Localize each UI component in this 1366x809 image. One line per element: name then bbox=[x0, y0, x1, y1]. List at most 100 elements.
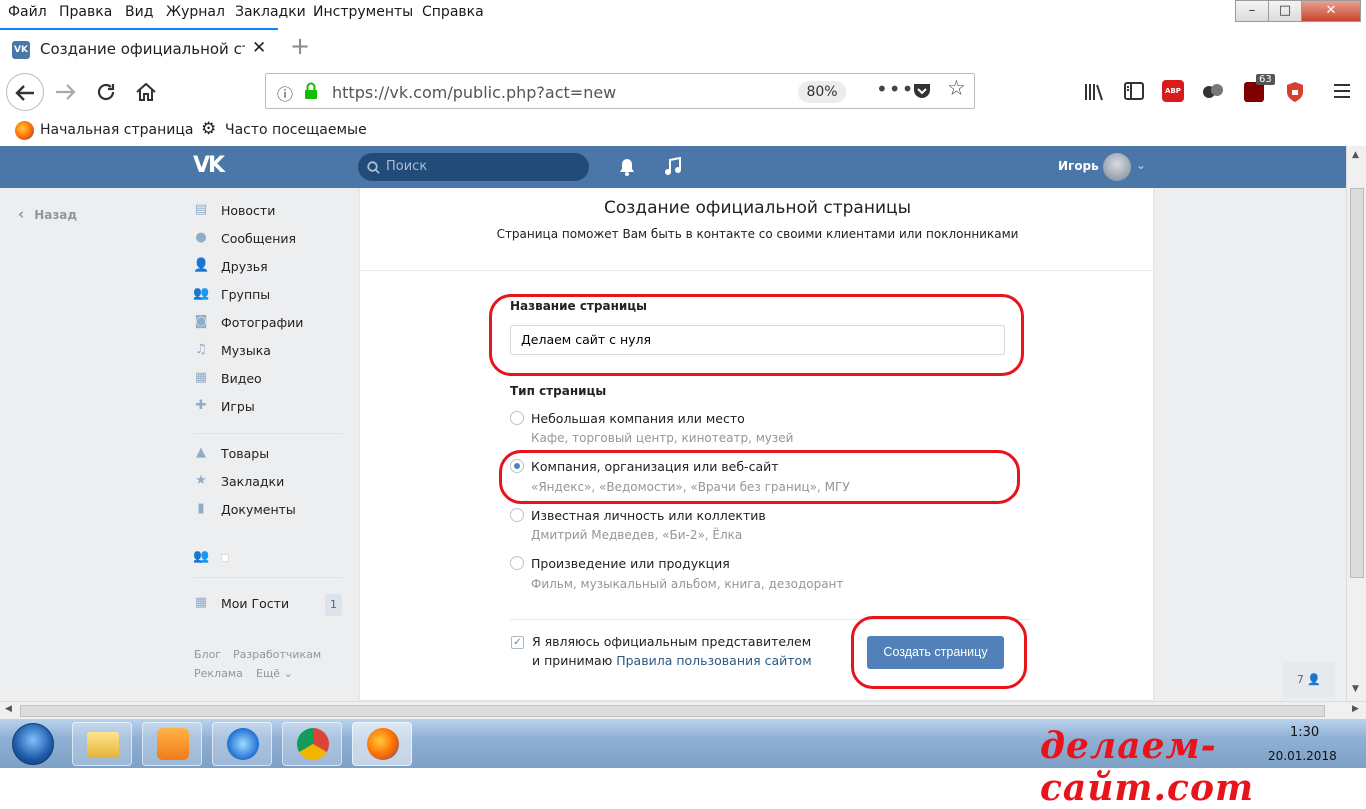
extension-balls-icon[interactable] bbox=[1203, 82, 1223, 100]
url-bar[interactable]: ⓘ https://vk.com/public.php?act=new 80% … bbox=[265, 73, 975, 109]
windows-taskbar: делаем-сайт.com 1:30 20.01.2018 bbox=[0, 719, 1366, 809]
sidebar-item-community[interactable]: 👥 bbox=[193, 548, 353, 570]
vk-logo[interactable]: VK bbox=[193, 153, 225, 178]
pocket-icon[interactable] bbox=[912, 82, 932, 100]
option-title[interactable]: Известная личность или коллектив bbox=[531, 508, 766, 523]
sidebar-item-label: Друзья bbox=[221, 259, 268, 274]
sidebar-item-bookmarks[interactable]: ★ Закладки bbox=[193, 472, 353, 494]
agree-checkbox[interactable]: ✓ bbox=[511, 636, 524, 649]
menu-bar: Файл Правка Вид Журнал Закладки Инструме… bbox=[0, 0, 1366, 26]
horizontal-scrollbar[interactable]: ◀ ▶ bbox=[0, 701, 1366, 719]
menu-history[interactable]: Журнал bbox=[166, 4, 225, 20]
agree-text-line2: и принимаю Правила пользования сайтом bbox=[532, 653, 812, 668]
radio-small-company[interactable] bbox=[510, 411, 524, 425]
taskbar-media-player[interactable] bbox=[142, 722, 202, 766]
forward-arrow-icon[interactable] bbox=[53, 81, 77, 103]
avatar[interactable] bbox=[1103, 153, 1131, 181]
sidebar-item-goods[interactable]: ▲ Товары bbox=[193, 444, 353, 466]
sidebar-toggle-icon[interactable] bbox=[1123, 81, 1145, 101]
new-tab-icon[interactable]: + bbox=[290, 32, 310, 60]
windows-start-icon[interactable] bbox=[12, 723, 54, 765]
menu-file[interactable]: Файл bbox=[8, 4, 47, 20]
minimize-button[interactable]: – bbox=[1235, 0, 1269, 22]
radio-public-figure[interactable] bbox=[510, 508, 524, 522]
film-icon: ▦ bbox=[194, 370, 208, 385]
sidebar-item-music[interactable]: ♫ Музыка bbox=[193, 341, 353, 363]
footer-link-ads[interactable]: Реклама bbox=[194, 667, 243, 680]
menu-view[interactable]: Вид bbox=[125, 4, 153, 20]
scroll-up-icon[interactable]: ▲ bbox=[1352, 150, 1359, 160]
guests-count-badge: 1 bbox=[325, 594, 342, 616]
scroll-left-icon[interactable]: ◀ bbox=[5, 704, 12, 714]
chevron-down-icon[interactable]: ⌄ bbox=[1136, 158, 1146, 172]
sidebar-item-news[interactable]: ▤ Новости bbox=[193, 201, 353, 223]
tab-close-icon[interactable]: ✕ bbox=[252, 38, 266, 58]
scroll-down-icon[interactable]: ▼ bbox=[1352, 684, 1359, 694]
menu-edit[interactable]: Правка bbox=[59, 4, 112, 20]
menu-bookmarks[interactable]: Закладки bbox=[235, 4, 306, 20]
sidebar-item-label: Товары bbox=[221, 446, 270, 461]
hamburger-menu-icon[interactable] bbox=[1332, 82, 1352, 100]
scrollbar-thumb[interactable] bbox=[20, 705, 1325, 717]
music-note-icon[interactable] bbox=[664, 157, 682, 177]
shield-icon[interactable] bbox=[1284, 80, 1306, 104]
message-bubble-icon: ● bbox=[195, 230, 207, 245]
tab-active[interactable]: VK Создание официальной стра ✕ bbox=[0, 28, 278, 66]
option-title[interactable]: Небольшая компания или место bbox=[531, 411, 745, 426]
online-users-count: 7 bbox=[1296, 673, 1304, 686]
footer-link-more[interactable]: Ещё ⌄ bbox=[256, 667, 293, 680]
library-icon[interactable] bbox=[1083, 81, 1107, 103]
vk-search-input[interactable]: Поиск bbox=[358, 153, 589, 181]
reload-icon[interactable] bbox=[94, 80, 118, 104]
menu-tools[interactable]: Инструменты bbox=[313, 4, 413, 20]
taskbar-explorer[interactable] bbox=[72, 722, 132, 766]
scroll-right-icon[interactable]: ▶ bbox=[1352, 704, 1359, 714]
sidebar-item-groups[interactable]: 👥 Группы bbox=[193, 285, 353, 307]
page-title: Создание официальной страницы bbox=[604, 198, 911, 218]
taskbar-chrome[interactable] bbox=[282, 722, 342, 766]
back-button[interactable] bbox=[6, 73, 44, 111]
taskbar-firefox[interactable] bbox=[352, 722, 412, 766]
adblock-icon[interactable]: ABP bbox=[1162, 80, 1184, 102]
taskbar-ie[interactable] bbox=[212, 722, 272, 766]
back-link[interactable]: ‹ Назад bbox=[18, 205, 77, 223]
gear-icon: ⚙ bbox=[201, 119, 217, 139]
music-icon: ♫ bbox=[195, 342, 207, 357]
online-users-badge[interactable]: 7 👤 bbox=[1283, 662, 1335, 698]
chrome-icon bbox=[297, 728, 329, 760]
footer-link-developers[interactable]: Разработчикам bbox=[233, 648, 321, 661]
notifications-bell-icon[interactable] bbox=[618, 158, 636, 176]
bookmark-star-icon[interactable]: ☆ bbox=[947, 76, 966, 100]
menu-help[interactable]: Справка bbox=[422, 4, 484, 20]
bookmark-home-page[interactable]: Начальная страница bbox=[40, 122, 193, 138]
sidebar-item-documents[interactable]: ▮ Документы bbox=[193, 500, 353, 522]
sidebar-item-video[interactable]: ▦ Видео bbox=[193, 369, 353, 391]
close-window-button[interactable]: ✕ bbox=[1301, 0, 1361, 22]
ublock-icon[interactable] bbox=[1244, 82, 1264, 102]
url-text: https://vk.com/public.php?act=new bbox=[332, 83, 617, 102]
zoom-indicator[interactable]: 80% bbox=[798, 81, 846, 103]
option-title[interactable]: Произведение или продукция bbox=[531, 556, 730, 571]
sidebar-item-messages[interactable]: ● Сообщения bbox=[193, 229, 353, 251]
sidebar-item-games[interactable]: ✚ Игры bbox=[193, 397, 353, 419]
search-icon bbox=[367, 161, 380, 174]
home-icon[interactable] bbox=[134, 80, 158, 104]
option-description: Дмитрий Медведев, «Би-2», Ёлка bbox=[531, 528, 743, 542]
maximize-button[interactable]: □ bbox=[1268, 0, 1302, 22]
sidebar-item-photos[interactable]: ◙ Фотографии bbox=[193, 313, 353, 335]
radio-product[interactable] bbox=[510, 556, 524, 570]
sidebar-item-label: Игры bbox=[221, 399, 255, 414]
info-icon[interactable]: ⓘ bbox=[277, 81, 293, 105]
bookmark-most-visited[interactable]: Часто посещаемые bbox=[225, 122, 367, 138]
sidebar-item-friends[interactable]: 👤 Друзья bbox=[193, 257, 353, 279]
users-icon: 👥 bbox=[193, 549, 210, 564]
sidebar-item-label: Документы bbox=[221, 502, 296, 517]
footer-link-blog[interactable]: Блог bbox=[194, 648, 221, 661]
lock-icon bbox=[305, 82, 317, 99]
terms-link[interactable]: Правила пользования сайтом bbox=[616, 653, 811, 668]
tab-title: Создание официальной стра bbox=[40, 40, 245, 58]
vk-user-name[interactable]: Игорь bbox=[1058, 159, 1099, 173]
vertical-scrollbar[interactable]: ▲ ▼ bbox=[1346, 146, 1366, 701]
page-actions-icon[interactable]: ••• bbox=[876, 77, 914, 101]
scrollbar-thumb[interactable] bbox=[1350, 188, 1364, 578]
